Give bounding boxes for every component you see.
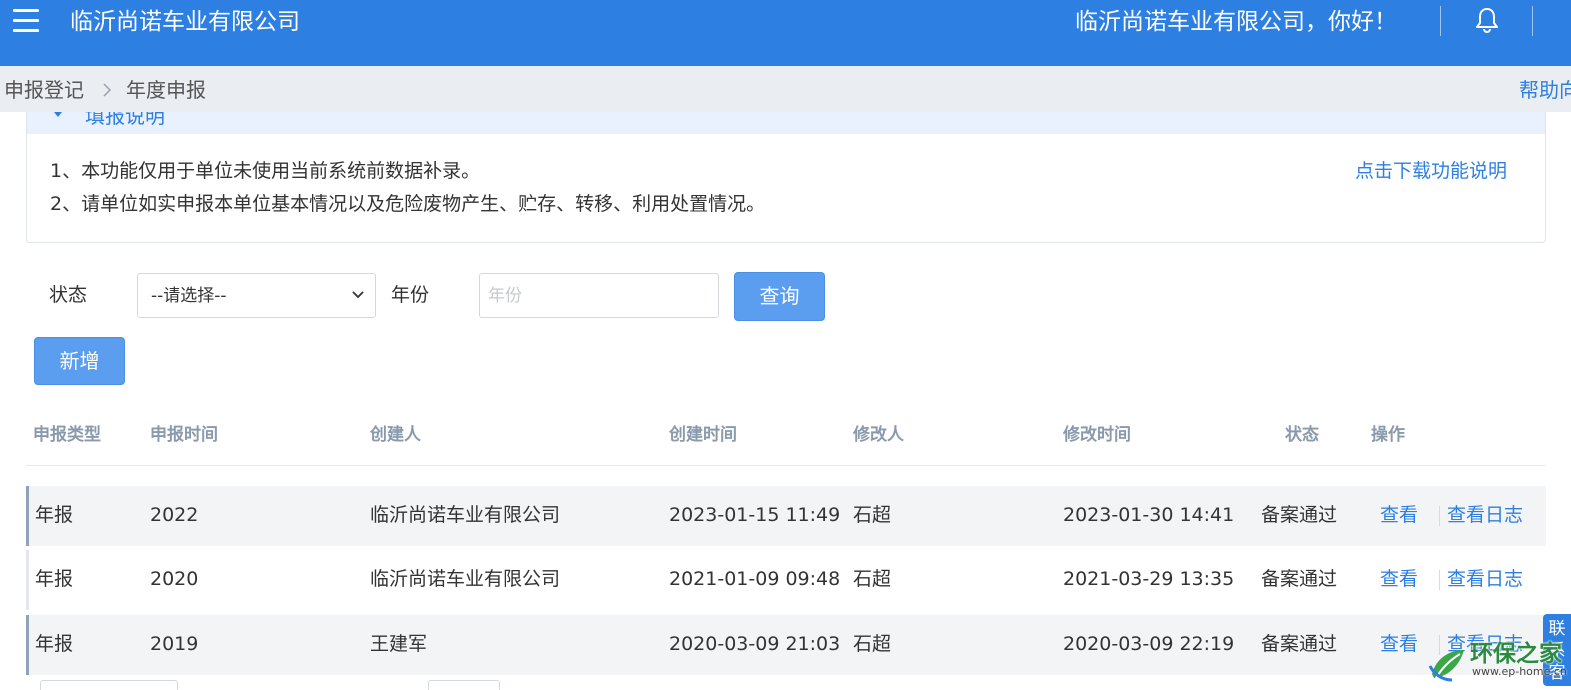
action-divider xyxy=(1439,570,1440,590)
status-select-value: --请选择-- xyxy=(151,286,227,306)
cell-creator: 临沂尚诺车业有限公司 xyxy=(370,568,561,590)
cell-modifier: 石超 xyxy=(853,504,892,526)
cell-year: 2019 xyxy=(150,633,199,655)
cell-modified-time: 2021-03-29 13:35 xyxy=(1063,568,1235,590)
cell-type: 年报 xyxy=(35,504,74,526)
cell-type: 年报 xyxy=(35,568,74,590)
cell-modified-time: 2020-03-09 22:19 xyxy=(1063,633,1235,655)
column-header-creator: 创建人 xyxy=(370,425,421,445)
add-button[interactable]: 新增 xyxy=(34,337,125,385)
hamburger-menu-icon[interactable] xyxy=(13,9,39,33)
view-log-link[interactable]: 查看日志 xyxy=(1447,566,1523,592)
action-divider xyxy=(1439,506,1440,526)
app-title: 临沂尚诺车业有限公司 xyxy=(70,9,300,35)
pager-control[interactable] xyxy=(40,680,178,690)
year-label: 年份 xyxy=(391,284,430,306)
pager-control[interactable] xyxy=(428,680,500,690)
top-bar: 临沂尚诺车业有限公司 临沂尚诺车业有限公司，你好！ xyxy=(0,0,1571,66)
query-button[interactable]: 查询 xyxy=(734,272,825,321)
status-select[interactable]: --请选择-- xyxy=(137,273,376,318)
column-header-report-time: 申报时间 xyxy=(150,425,218,445)
cell-modifier: 石超 xyxy=(853,633,892,655)
bell-icon[interactable] xyxy=(1474,6,1500,34)
header-divider xyxy=(1532,6,1533,36)
cell-created-time: 2023-01-15 11:49 xyxy=(669,504,841,526)
column-header-modified-time: 修改时间 xyxy=(1063,425,1131,445)
cell-created-time: 2021-01-09 09:48 xyxy=(669,568,841,590)
chevron-right-icon xyxy=(103,83,112,97)
status-label: 状态 xyxy=(49,284,88,306)
column-header-type: 申报类型 xyxy=(33,425,101,445)
header-divider xyxy=(1440,6,1441,36)
table-row: 年报 2019 王建军 2020-03-09 21:03 石超 2020-03-… xyxy=(26,615,1546,675)
cell-year: 2020 xyxy=(150,568,199,590)
cell-modified-time: 2023-01-30 14:41 xyxy=(1063,504,1235,526)
table-header-divider xyxy=(26,465,1546,466)
column-header-modifier: 修改人 xyxy=(853,425,904,445)
column-header-status: 状态 xyxy=(1285,425,1319,445)
instruction-line: 2、请单位如实申报本单位基本情况以及危险废物产生、贮存、转移、利用处置情况。 xyxy=(50,193,766,215)
chevron-down-icon xyxy=(352,291,364,299)
instructions-panel: 填报说明 1、本功能仅用于单位未使用当前系统前数据补录。 2、请单位如实申报本单… xyxy=(26,112,1546,243)
user-greeting: 临沂尚诺车业有限公司，你好！ xyxy=(1075,9,1397,35)
view-link[interactable]: 查看 xyxy=(1380,631,1418,657)
instructions-title: 填报说明 xyxy=(85,112,165,128)
column-header-created-time: 创建时间 xyxy=(669,425,737,445)
cell-modifier: 石超 xyxy=(853,568,892,590)
watermark: 环保之家 www.ep-home.cn xyxy=(1428,640,1571,686)
cell-status: 备案通过 xyxy=(1261,504,1338,526)
table-row: 年报 2022 临沂尚诺车业有限公司 2023-01-15 11:49 石超 2… xyxy=(26,486,1546,546)
cell-status: 备案通过 xyxy=(1261,633,1338,655)
instruction-line: 1、本功能仅用于单位未使用当前系统前数据补录。 xyxy=(50,160,481,182)
table-row: 年报 2020 临沂尚诺车业有限公司 2021-01-09 09:48 石超 2… xyxy=(26,550,1546,610)
download-instructions-link[interactable]: 点击下载功能说明 xyxy=(1355,158,1507,184)
help-link[interactable]: 帮助向 xyxy=(1519,77,1571,103)
leaf-logo-icon xyxy=(1428,650,1464,682)
cell-status: 备案通过 xyxy=(1261,568,1338,590)
cell-creator: 临沂尚诺车业有限公司 xyxy=(370,504,561,526)
column-header-actions: 操作 xyxy=(1371,425,1405,445)
caret-down-icon xyxy=(54,112,62,117)
breadcrumb-item-declaration[interactable]: 申报登记 xyxy=(4,77,84,103)
cell-created-time: 2020-03-09 21:03 xyxy=(669,633,841,655)
cell-creator: 王建军 xyxy=(370,633,428,655)
breadcrumb-item-annual: 年度申报 xyxy=(126,78,206,102)
instructions-header[interactable]: 填报说明 xyxy=(27,112,1545,134)
cell-type: 年报 xyxy=(35,633,74,655)
breadcrumb: 申报登记 年度申报 帮助向 xyxy=(0,66,1571,112)
view-log-link[interactable]: 查看日志 xyxy=(1447,502,1523,528)
cell-year: 2022 xyxy=(150,504,199,526)
watermark-url: www.ep-home.cn xyxy=(1472,665,1567,678)
view-link[interactable]: 查看 xyxy=(1380,502,1418,528)
watermark-brand: 环保之家 xyxy=(1470,641,1562,667)
view-link[interactable]: 查看 xyxy=(1380,566,1418,592)
year-input[interactable] xyxy=(479,273,719,318)
